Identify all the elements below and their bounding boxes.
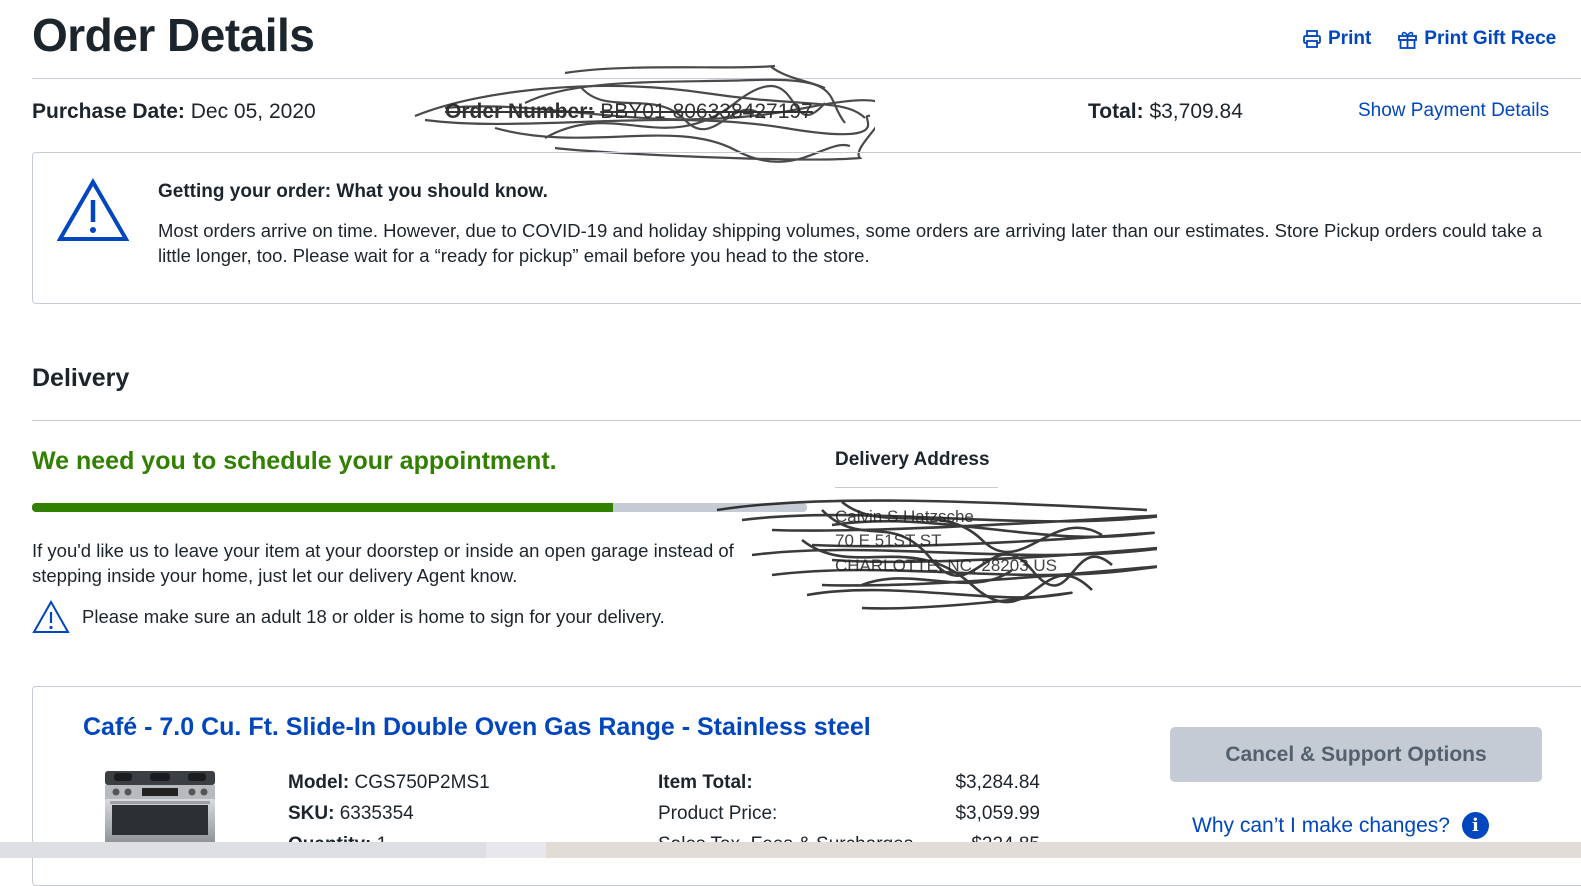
notice-title: Getting your order: What you should know… bbox=[158, 181, 548, 202]
order-total: Total: $3,709.84 bbox=[1088, 100, 1243, 124]
delivery-section-title: Delivery bbox=[32, 364, 130, 392]
purchase-date-value: Dec 05, 2020 bbox=[190, 100, 316, 123]
order-total-label: Total: bbox=[1088, 100, 1144, 123]
address-line-street: 70 E 51ST ST bbox=[835, 531, 942, 550]
doorstep-instructions: If you'd like us to leave your item at y… bbox=[32, 540, 734, 586]
why-cant-change-label: Why can’t I make changes? bbox=[1192, 813, 1450, 837]
model-value: CGS750P2MS1 bbox=[354, 772, 490, 793]
delivery-status: We need you to schedule your appointment… bbox=[32, 447, 557, 475]
item-total-value: $3,284.84 bbox=[955, 772, 1040, 793]
product-title-link[interactable]: Café - 7.0 Cu. Ft. Slide-In Double Oven … bbox=[83, 713, 871, 742]
sku-value: 6335354 bbox=[339, 803, 414, 824]
model-label: Model: bbox=[288, 772, 350, 793]
delivery-address-underline bbox=[835, 487, 998, 488]
scrollbar-segment-left bbox=[0, 842, 486, 858]
address-line-city: CHARLOTTE, NC, 28203 US bbox=[835, 556, 1058, 575]
item-total-label: Item Total: bbox=[658, 772, 753, 793]
delivery-divider bbox=[32, 420, 1581, 421]
item-total-label-row: Item Total: bbox=[658, 772, 753, 794]
delivery-progress-bar bbox=[32, 503, 807, 512]
info-icon[interactable]: i bbox=[1461, 812, 1489, 839]
order-number-label: Order Number: bbox=[445, 100, 595, 123]
print-label: Print bbox=[1328, 28, 1372, 49]
gift-icon bbox=[1398, 31, 1418, 49]
print-gift-receipt-button[interactable]: Print Gift Rece bbox=[1397, 28, 1556, 50]
product-price-label: Product Price: bbox=[658, 803, 778, 824]
order-number: Order Number: BBY01-806338427197 bbox=[445, 100, 813, 124]
header-actions: Print Print Gift Rece bbox=[1302, 28, 1556, 50]
purchase-date: Purchase Date: Dec 05, 2020 bbox=[32, 100, 316, 124]
sku-row: SKU: 6335354 bbox=[288, 803, 414, 825]
print-gift-label: Print Gift Rece bbox=[1424, 28, 1557, 49]
scrollbar-segment-right bbox=[546, 842, 1581, 858]
model-row: Model: CGS750P2MS1 bbox=[288, 772, 490, 794]
adult-signature-text: Please make sure an adult 18 or older is… bbox=[82, 606, 665, 627]
sku-label: SKU: bbox=[288, 803, 335, 824]
adult-signature-notice: Please make sure an adult 18 or older is… bbox=[32, 600, 665, 634]
product-thumbnail[interactable] bbox=[100, 766, 220, 846]
order-total-value: $3,709.84 bbox=[1149, 100, 1243, 123]
header-divider bbox=[32, 78, 1581, 79]
printer-icon bbox=[1303, 30, 1321, 48]
order-number-value: BBY01-806338427197 bbox=[600, 100, 813, 123]
warning-small-icon bbox=[32, 600, 70, 633]
bottom-scrollbar[interactable] bbox=[0, 842, 1581, 858]
page-title: Order Details bbox=[32, 9, 315, 61]
print-button[interactable]: Print bbox=[1302, 28, 1371, 50]
address-line-name: Calvin S Hatzsche bbox=[835, 507, 974, 526]
show-payment-details-link[interactable]: Show Payment Details bbox=[1358, 100, 1549, 122]
cancel-support-options-button[interactable]: Cancel & Support Options bbox=[1170, 727, 1542, 782]
warning-icon bbox=[57, 178, 129, 241]
delivery-progress-fill bbox=[32, 503, 614, 512]
product-price-value: $3,059.99 bbox=[955, 803, 1040, 824]
why-cant-change-link[interactable]: Why can’t I make changes? i bbox=[1192, 812, 1489, 839]
delivery-address-label: Delivery Address bbox=[835, 449, 990, 470]
purchase-date-label: Purchase Date: bbox=[32, 100, 185, 123]
notice-body: Most orders arrive on time. However, due… bbox=[158, 220, 1543, 266]
